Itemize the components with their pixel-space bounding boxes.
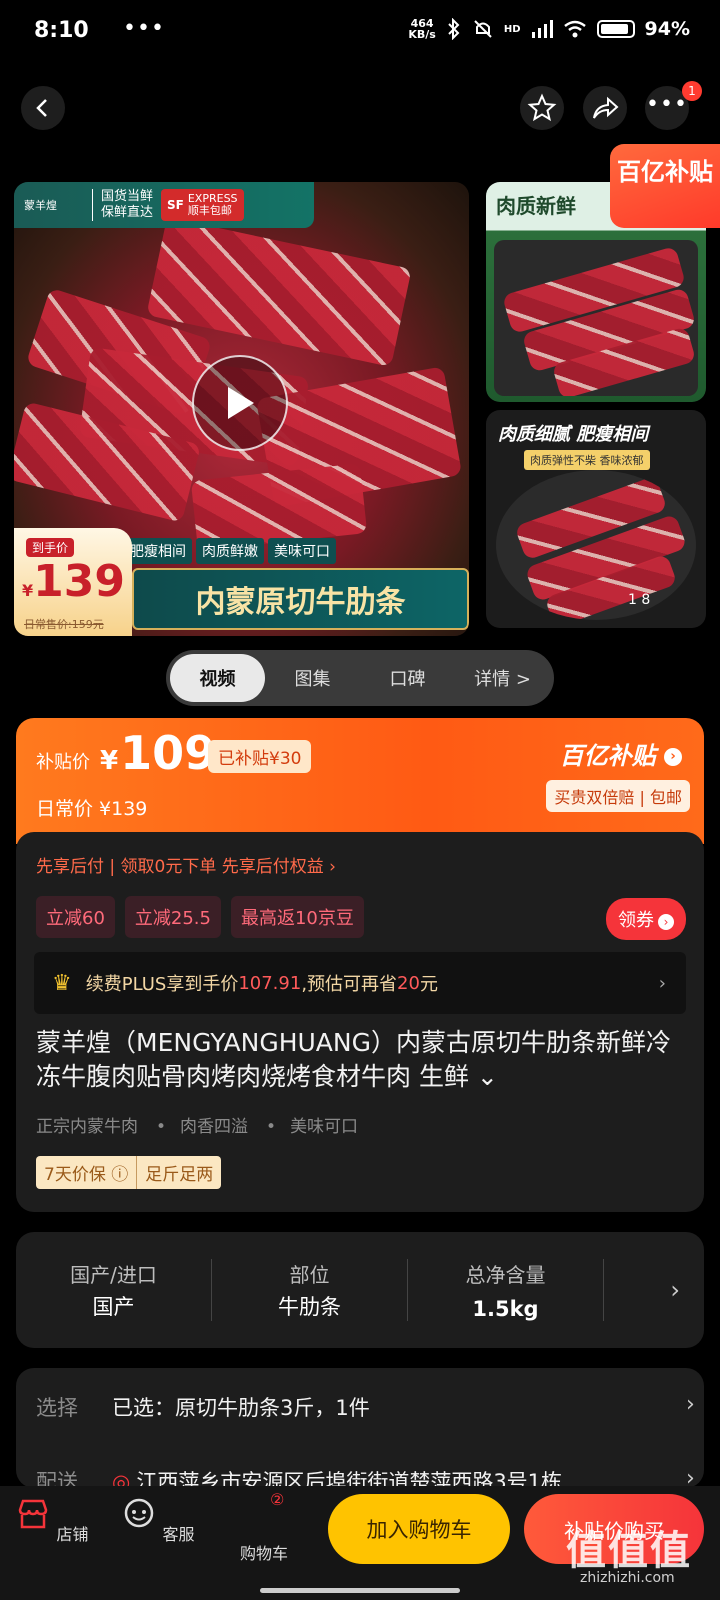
subsidy-price-label: 补贴价 (36, 752, 90, 773)
network-type: HD (503, 23, 521, 35)
status-bar: 8:10 ••• 464 KB/s HD 94% (0, 0, 720, 64)
promo-badge: 买贵双倍赔 | 包邮 (546, 780, 690, 812)
gallery-counter: 1 8 (628, 592, 651, 608)
subsidy-brand-link[interactable]: 百亿补贴 › (560, 736, 682, 771)
feature-tag: 美味可口 (268, 538, 336, 564)
thumbnail-title: 肉质细腻 肥瘦相间 (498, 424, 649, 445)
feature-tags: 肥瘦相间 肉质鲜嫩 美味可口 (124, 538, 336, 564)
chevron-left-icon (36, 99, 47, 117)
status-more-dots: ••• (123, 16, 165, 41)
pay-later-link[interactable]: 先享后付 | 领取0元下单 先享后付权益 › (36, 852, 336, 877)
spec-cut: 部位 牛肋条 (212, 1259, 408, 1321)
get-coupon-button[interactable]: 领券 › (606, 898, 686, 940)
product-title[interactable]: 蒙羊煌（MENGYANGHUANG）内蒙古原切牛肋条新鲜冷冻牛腹肉贴骨肉烤肉烧烤… (36, 1026, 686, 1094)
plus-renewal-banner[interactable]: ♛ 续费PLUS享到手价 107.91 ,预估可再省 20 元 › (34, 952, 686, 1014)
signal-icon (531, 20, 553, 38)
selection-card: 选择 已选：原切牛肋条3斤，1件 › 配送 ◎ 江西萍乡市安源区后埠街街道楚萍西路3号… (16, 1368, 704, 1488)
chevron-right-icon: › (658, 972, 666, 994)
feature-item: 美味可口 (266, 1112, 358, 1137)
main-video-thumbnail[interactable]: 蒙羊煌 国货当鲜 保鲜直达 SF EXPRESS 顺丰包邮 肥瘦相间 肉质鲜嫩 美… (14, 182, 469, 636)
mute-icon (474, 20, 492, 38)
image-title-banner: 内蒙原切牛肋条 (132, 568, 469, 630)
back-button[interactable] (21, 86, 65, 130)
price-tag-value: ¥139 (22, 556, 125, 607)
brand-logo: 蒙羊煌 (24, 199, 57, 212)
tab-details[interactable]: 详情 > (455, 654, 550, 702)
chevron-right-icon: › (670, 1276, 680, 1304)
chevron-right-icon: › (686, 1466, 695, 1488)
share-button[interactable] (583, 86, 627, 130)
tab-video[interactable]: 视频 (170, 654, 265, 702)
watermark-logo: 值值值 (566, 1528, 692, 1574)
feature-tag: 肉质鲜嫩 (196, 538, 264, 564)
notification-badge: 1 (682, 81, 702, 101)
share-icon (593, 96, 619, 119)
speed-unit: KB/s (408, 28, 436, 41)
watermark-url: zhizhizhi.com (580, 1570, 675, 1586)
arrow-right-icon: › (664, 748, 682, 766)
favorite-button[interactable] (520, 86, 564, 130)
feature-item: 正宗内蒙牛肉 (36, 1117, 138, 1137)
delivery-row[interactable]: 配送 ◎ 江西萍乡市安源区后埠街街道楚萍西路3号1栋 › (36, 1466, 695, 1488)
thumbnail-image (496, 470, 696, 620)
spec-net-weight: 总净含量 1.5kg (408, 1259, 604, 1321)
arrow-right-icon: › (658, 914, 674, 930)
network-speed: 464 KB/s (408, 18, 435, 40)
battery-percent: 94% (644, 18, 690, 40)
status-time: 8:10 (34, 18, 89, 43)
regular-price: 日常价 ¥139 (36, 798, 148, 820)
discount-chip[interactable]: 立减25.5 (124, 896, 221, 938)
home-indicator[interactable] (260, 1588, 460, 1593)
crown-icon: ♛ (52, 970, 72, 996)
bluetooth-icon (448, 18, 460, 40)
shop-button[interactable]: 店铺 (12, 1496, 92, 1545)
sf-express-badge: SF EXPRESS 顺丰包邮 (161, 189, 244, 221)
thumbnail-image (494, 240, 698, 396)
feature-item: 肉香四溢 (156, 1112, 248, 1137)
price-card: 补贴价 ¥109 已补贴¥30 日常价 ¥139 百亿补贴 › 买贵双倍赔 | … (16, 718, 704, 844)
price-tag-old: 日常售价:159元 (24, 618, 104, 631)
star-icon (527, 93, 557, 122)
add-to-cart-button[interactable]: 加入购物车 (328, 1494, 510, 1564)
subsidy-badge: 百亿补贴 (610, 144, 720, 228)
spec-card[interactable]: 国产/进口 国产 部位 牛肋条 总净含量 1.5kg › (16, 1232, 704, 1348)
image-price-tag: 到手价 ¥139 日常售价:159元 (14, 528, 132, 636)
product-features: 正宗内蒙牛肉 肉香四溢 美味可口 (36, 1112, 358, 1137)
chevron-right-icon: › (686, 1392, 695, 1417)
more-dots-icon: ••• (646, 91, 688, 117)
play-icon (228, 387, 254, 419)
selection-row[interactable]: 选择 已选：原切牛肋条3斤，1件 › (36, 1392, 695, 1422)
subsidy-price: ¥109 (100, 726, 217, 780)
feature-tag: 肥瘦相间 (124, 538, 192, 564)
cart-count-badge: ② (270, 1490, 285, 1509)
play-button[interactable] (192, 355, 288, 451)
wifi-icon (563, 20, 586, 38)
battery-icon (596, 20, 635, 38)
customer-service-button[interactable]: 客服 (118, 1496, 198, 1545)
saved-amount-badge: 已补贴¥30 (208, 740, 312, 773)
thumbnail-title: 肉质新鲜 (496, 194, 576, 218)
brand-slogan: 国货当鲜 保鲜直达 (92, 189, 153, 221)
product-info-card: 先享后付 | 领取0元下单 先享后付权益 › 立减60 立减25.5 最高返10… (16, 832, 704, 1212)
tab-gallery[interactable]: 图集 (265, 654, 360, 702)
chat-icon (125, 1498, 154, 1528)
cart-button[interactable]: ② 购物车 (224, 1490, 304, 1564)
spec-origin: 国产/进口 国产 (16, 1259, 212, 1321)
price-tag-label: 到手价 (26, 538, 75, 557)
guarantee-badges[interactable]: 7天价保 ⓘ 足斤足两 (36, 1156, 222, 1189)
status-right: 464 KB/s HD 94% (408, 18, 690, 40)
thumbnail-subtitle: 肉质弹性不柴 香味浓郁 (524, 450, 650, 470)
media-tabs: 视频 图集 口碑 详情 > (166, 650, 554, 706)
brand-header: 蒙羊煌 国货当鲜 保鲜直达 SF EXPRESS 顺丰包邮 (14, 182, 314, 228)
full-weight-badge: 足斤足两 (136, 1156, 221, 1189)
gallery-thumbnail[interactable]: 肉质细腻 肥瘦相间 肉质弹性不柴 香味浓郁 (486, 410, 706, 628)
product-gallery[interactable]: 蒙羊煌 国货当鲜 保鲜直达 SF EXPRESS 顺丰包邮 肥瘦相间 肉质鲜嫩 美… (0, 144, 720, 636)
discount-chips: 立减60 立减25.5 最高返10京豆 (36, 896, 364, 938)
store-icon (19, 1499, 48, 1529)
tab-reviews[interactable]: 口碑 (360, 654, 455, 702)
discount-chip[interactable]: 最高返10京豆 (230, 896, 364, 938)
discount-chip[interactable]: 立减60 (36, 896, 115, 938)
price-protection-badge: 7天价保 ⓘ (44, 1165, 129, 1185)
